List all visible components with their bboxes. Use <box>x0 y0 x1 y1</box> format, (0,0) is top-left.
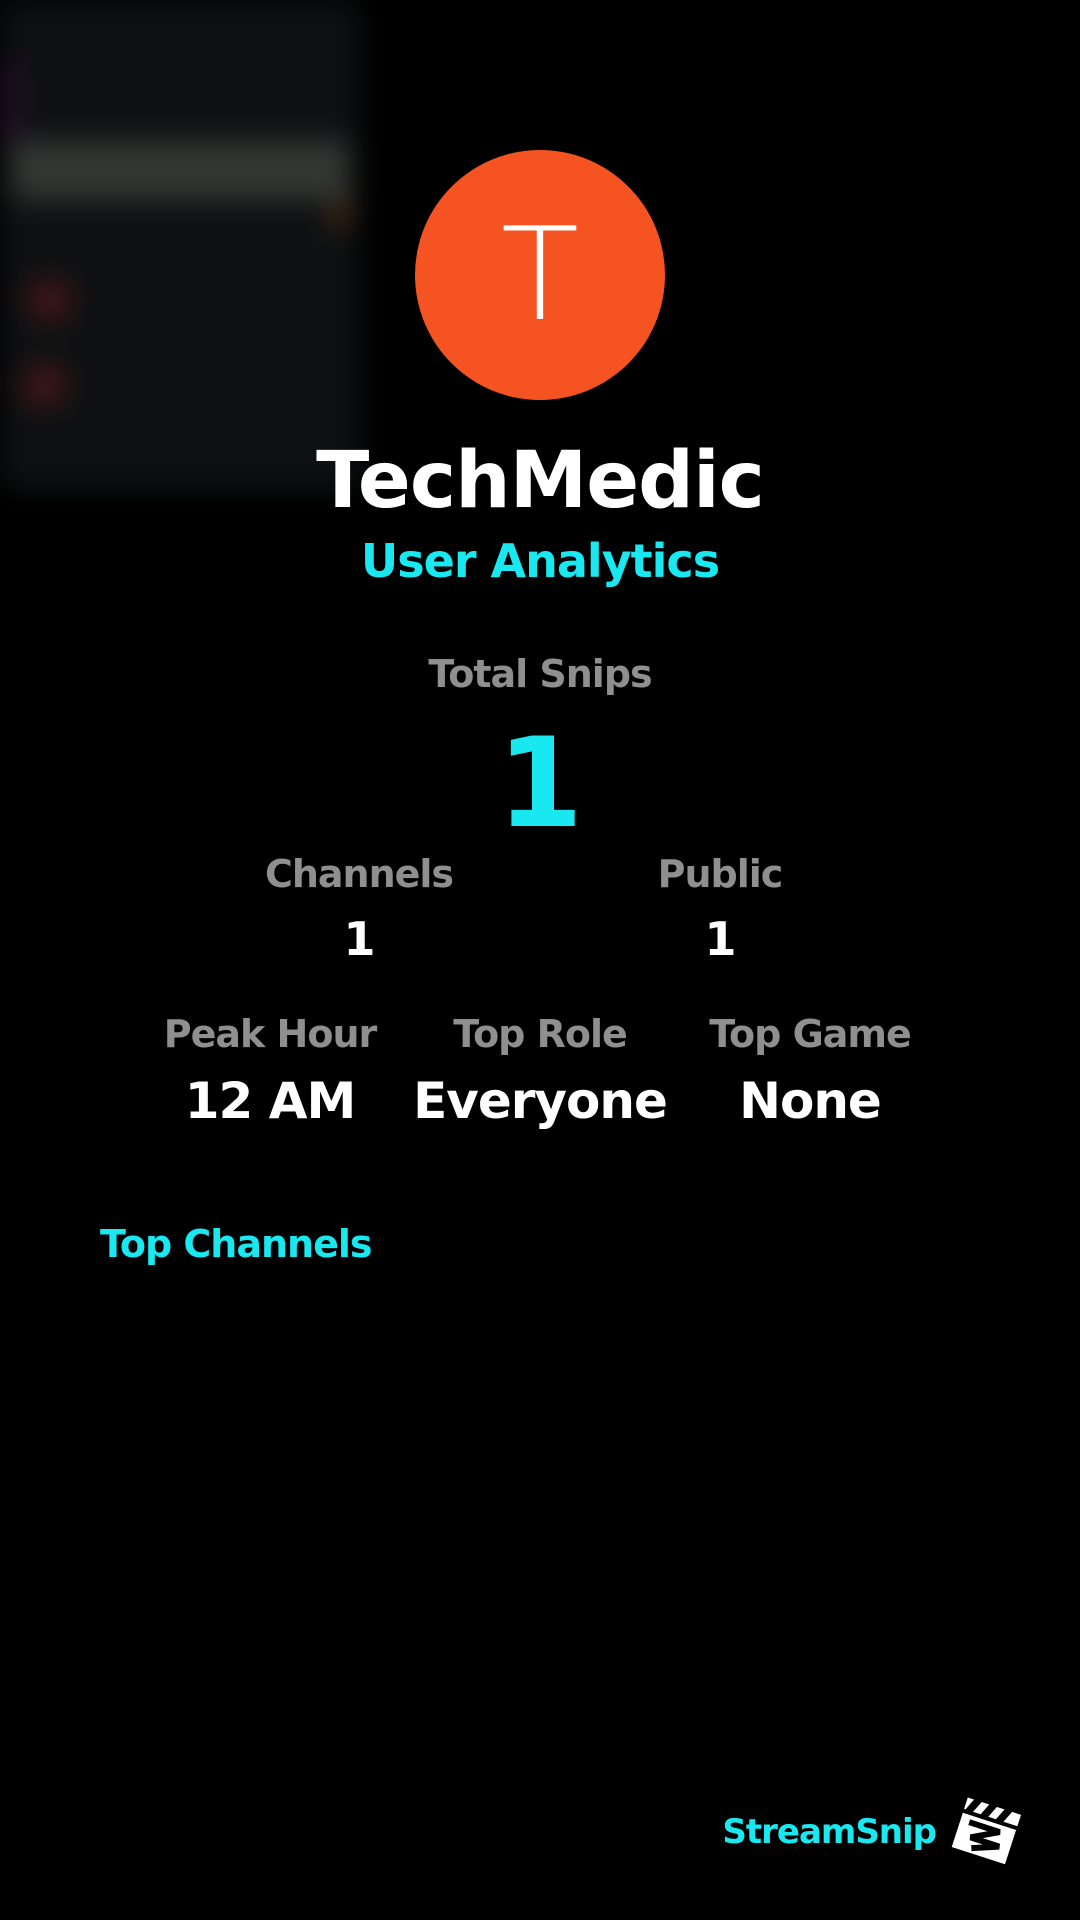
public-value: 1 <box>704 912 736 966</box>
top-game-value: None <box>739 1072 882 1130</box>
peak-hour-label: Peak Hour <box>163 1012 377 1056</box>
channels-label: Channels <box>264 852 454 896</box>
clapperboard-icon <box>948 1790 1026 1868</box>
channels-value: 1 <box>343 912 375 966</box>
analytics-card: T TechMedic User Analytics Total Snips 1… <box>0 0 1080 1920</box>
username: TechMedic <box>316 436 765 526</box>
total-snips-value: 1 <box>496 712 584 856</box>
top-role-value: Everyone <box>413 1072 668 1130</box>
top-channels-list <box>100 1290 980 1690</box>
background-thumbnail <box>0 0 360 490</box>
avatar: T <box>415 150 665 400</box>
top-game-label: Top Game <box>709 1012 912 1056</box>
top-role-label: Top Role <box>453 1012 628 1056</box>
peak-hour-value: 12 AM <box>184 1072 356 1130</box>
avatar-letter: T <box>500 200 580 350</box>
page-subtitle: User Analytics <box>360 534 720 588</box>
public-label: Public <box>657 852 784 896</box>
brand-name: StreamSnip <box>722 1812 937 1852</box>
total-snips-label: Total Snips <box>428 652 652 696</box>
top-channels-title: Top Channels <box>100 1222 373 1266</box>
